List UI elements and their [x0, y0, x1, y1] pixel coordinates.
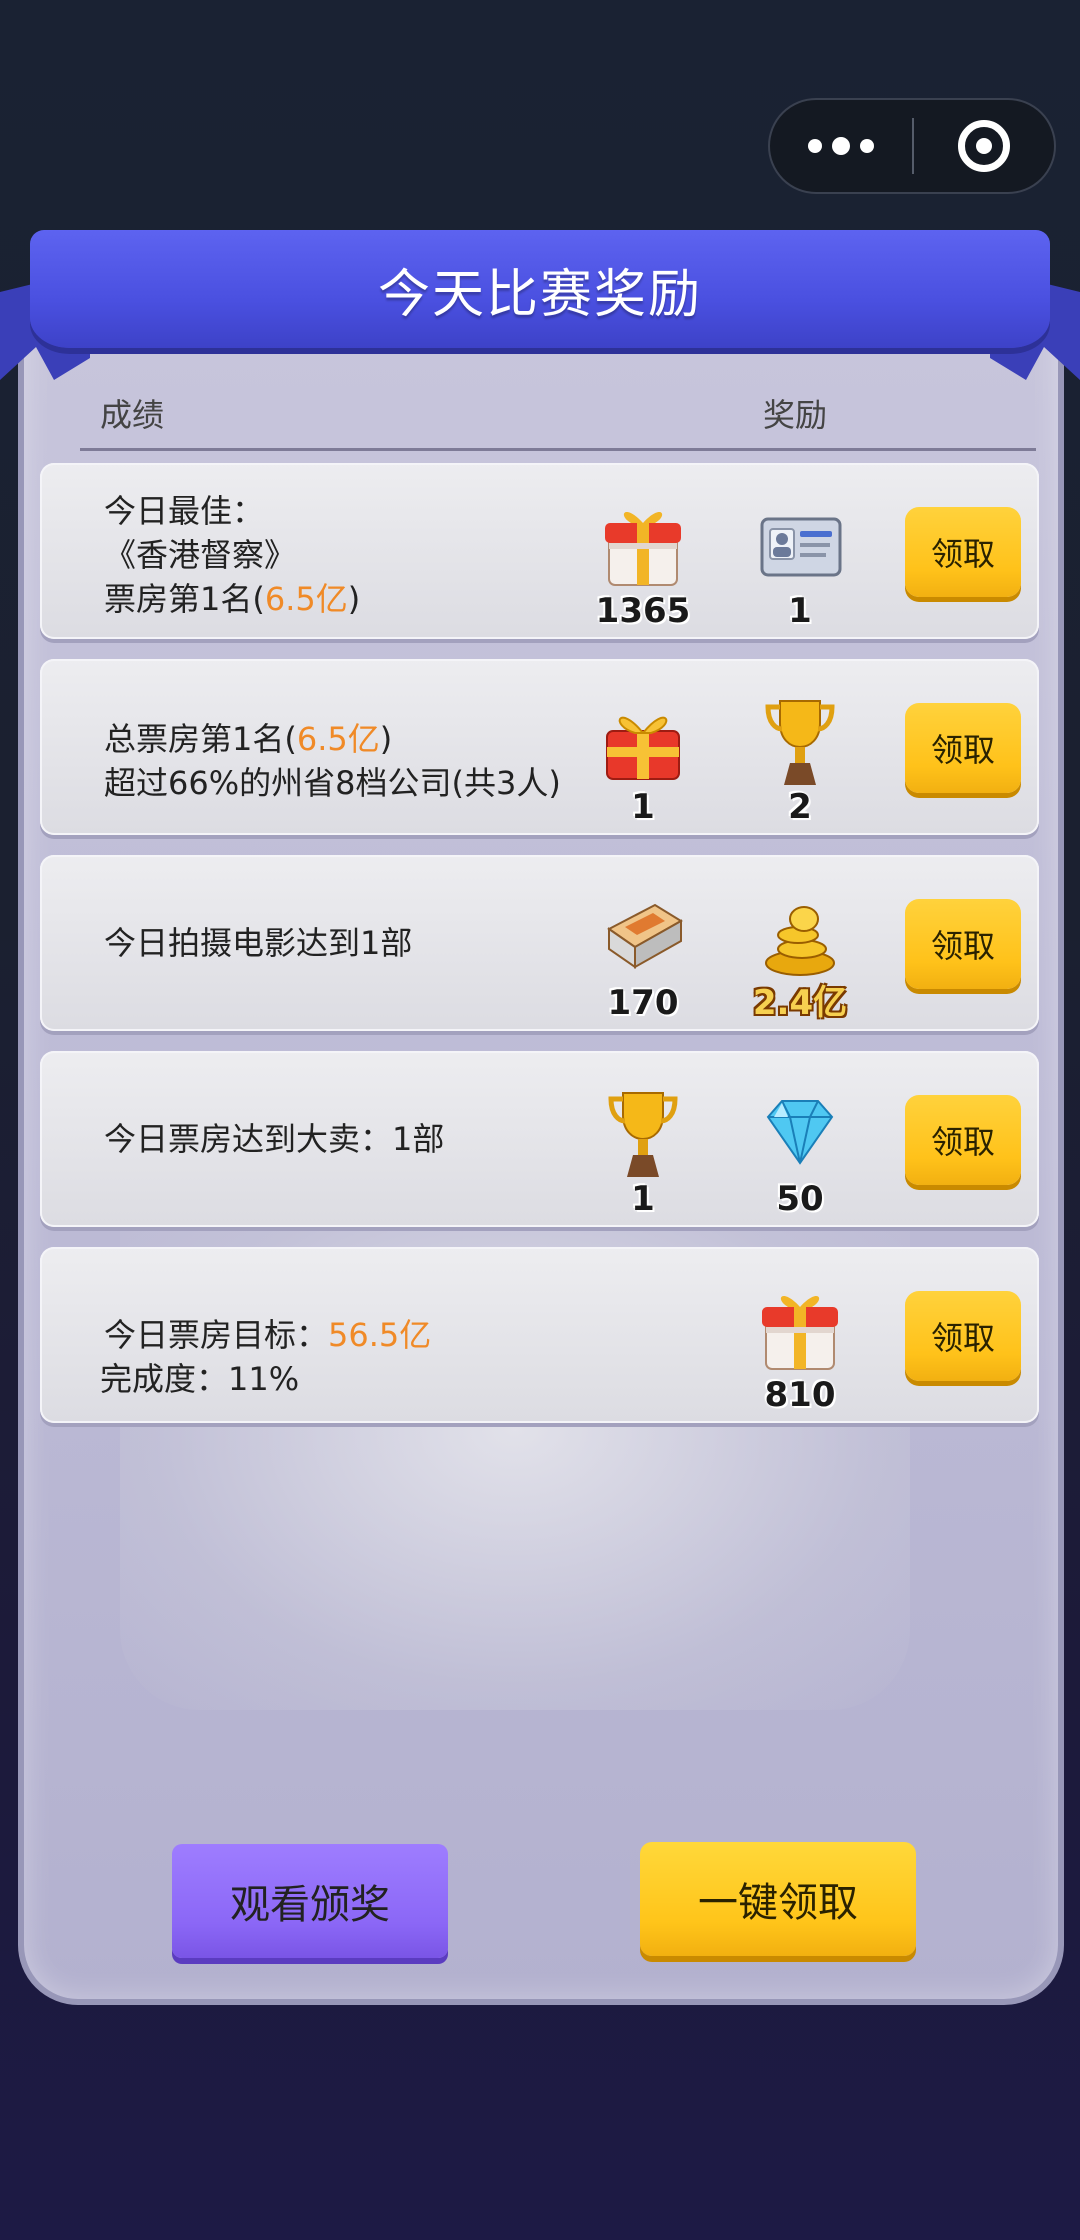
- reward-item: 170: [573, 889, 713, 1021]
- row-description: 今日票房达到大卖：1部: [104, 1117, 444, 1161]
- row-description: 今日最佳： 《香港督察》 票房第1名(6.5亿): [104, 489, 360, 621]
- script-book-icon: [595, 889, 691, 985]
- desc-line: 今日票房目标：56.5亿: [100, 1313, 431, 1357]
- id-card-icon: [752, 497, 848, 593]
- claim-button[interactable]: 领取: [905, 1095, 1021, 1185]
- reward-row-total-box-office: 总票房第1名(6.5亿) 超过66%的州省8档公司(共3人) 1 2 领取: [40, 659, 1039, 835]
- desc-text: ): [379, 720, 393, 758]
- miniprogram-capsule: [768, 98, 1056, 194]
- reward-count: 1: [788, 591, 812, 631]
- watch-ceremony-button[interactable]: 观看颁奖: [172, 1844, 448, 1958]
- gift-box-icon: [752, 1281, 848, 1377]
- desc-line: 超过66%的州省8档公司(共3人): [104, 764, 561, 802]
- reward-item: 1365: [573, 497, 713, 629]
- trophy-icon: [752, 693, 848, 789]
- desc-line: 票房第1名(6.5亿): [104, 577, 360, 621]
- header-reward: 奖励: [763, 396, 828, 434]
- claim-button[interactable]: 领取: [905, 1291, 1021, 1381]
- page-title: 今天比赛奖励: [377, 264, 702, 325]
- gift-bow-icon: [595, 693, 691, 789]
- desc-line: 今日拍摄电影达到1部: [104, 924, 413, 962]
- desc-line: 今日最佳：: [104, 492, 265, 530]
- desc-text: 今日票房目标：: [104, 1316, 329, 1354]
- reward-count: 1: [631, 1179, 655, 1219]
- reward-row-best-film: 今日最佳： 《香港督察》 票房第1名(6.5亿) 1365 1 领取: [40, 463, 1039, 639]
- reward-item: 1: [573, 1085, 713, 1217]
- title-ribbon: 今天比赛奖励: [30, 230, 1050, 348]
- gold-coins-icon: [752, 889, 848, 985]
- completion-text: 完成度：11%: [100, 1360, 300, 1398]
- reward-count: 1: [631, 787, 655, 827]
- reward-count: 2.4亿: [752, 983, 848, 1023]
- box-office-value: 6.5亿: [264, 580, 348, 618]
- desc-line: 《香港督察》: [104, 536, 297, 574]
- trophy-icon: [595, 1085, 691, 1181]
- reward-item: 2: [730, 693, 870, 825]
- reward-item: 2.4亿: [730, 889, 870, 1021]
- reward-item: 810: [730, 1281, 870, 1413]
- row-description: 总票房第1名(6.5亿) 超过66%的州省8档公司(共3人): [104, 717, 561, 805]
- column-headers: 成绩 奖励: [0, 390, 1080, 440]
- gift-box-icon: [595, 497, 691, 593]
- row-description: 今日票房目标：56.5亿 完成度：11%: [100, 1313, 431, 1401]
- desc-text: 总票房第1名(: [104, 720, 297, 758]
- reward-item: 1: [730, 497, 870, 629]
- claim-button[interactable]: 领取: [905, 703, 1021, 793]
- reward-row-films-shot: 今日拍摄电影达到1部 170 2.4亿 领取: [40, 855, 1039, 1031]
- header-score: 成绩: [100, 396, 165, 434]
- reward-item: 50: [730, 1085, 870, 1217]
- reward-count: 170: [607, 983, 679, 1023]
- desc-line: 总票房第1名(6.5亿): [104, 717, 561, 761]
- diamond-icon: [752, 1085, 848, 1181]
- reward-item: 1: [573, 693, 713, 825]
- claim-button[interactable]: 领取: [905, 899, 1021, 989]
- desc-text: ): [347, 580, 361, 618]
- desc-line: 今日票房达到大卖：1部: [104, 1120, 445, 1158]
- reward-count: 810: [764, 1375, 836, 1415]
- reward-row-blockbuster: 今日票房达到大卖：1部 1 50 领取: [40, 1051, 1039, 1227]
- goal-value: 56.5亿: [328, 1316, 432, 1354]
- panel-glow: [120, 1150, 910, 1710]
- reward-count: 2: [788, 787, 812, 827]
- reward-count: 50: [776, 1179, 824, 1219]
- reward-count: 1365: [595, 591, 691, 631]
- box-office-value: 6.5亿: [296, 720, 380, 758]
- header-divider: [80, 448, 1036, 451]
- desc-text: 票房第1名(: [104, 580, 265, 618]
- reward-row-box-office-goal: 今日票房目标：56.5亿 完成度：11% 810 领取: [40, 1247, 1039, 1423]
- claim-all-button[interactable]: 一键领取: [640, 1842, 916, 1956]
- claim-button[interactable]: 领取: [905, 507, 1021, 597]
- close-miniprogram-icon[interactable]: [914, 100, 1054, 192]
- row-description: 今日拍摄电影达到1部: [104, 921, 412, 965]
- more-menu-icon[interactable]: [770, 100, 912, 192]
